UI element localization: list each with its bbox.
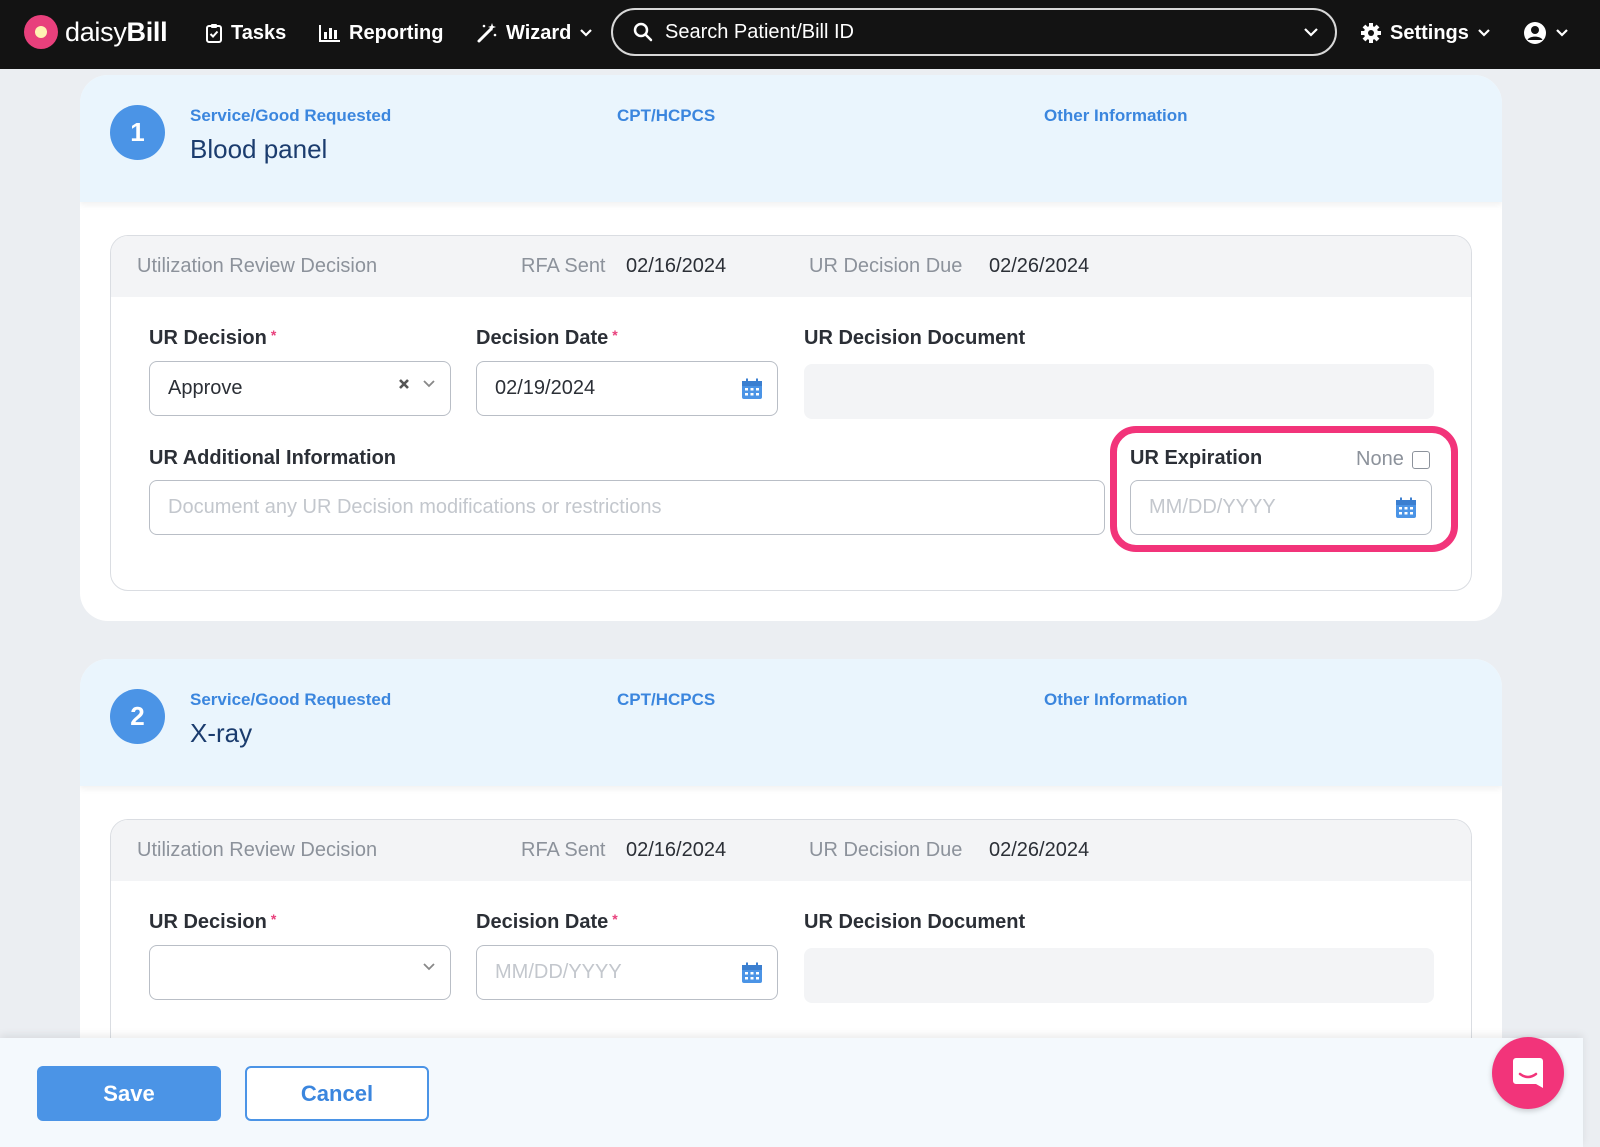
decision-date-label: Decision Date * (476, 327, 618, 349)
ur-due-label: UR Decision Due (809, 255, 963, 277)
brand-name: daisyBill (65, 16, 168, 47)
ur-due-label: UR Decision Due (809, 839, 963, 861)
save-button[interactable]: Save (37, 1066, 221, 1121)
chevron-down-icon[interactable] (422, 379, 436, 389)
decision-date-value: 02/19/2024 (495, 377, 596, 399)
decision-date-input[interactable]: 02/19/2024 (476, 361, 778, 416)
chevron-down-icon[interactable] (422, 962, 436, 972)
ur-expiration-highlight (1110, 426, 1458, 552)
cancel-button[interactable]: Cancel (245, 1066, 429, 1121)
daisy-flower-icon (24, 15, 58, 49)
ur-due-value: 02/26/2024 (989, 839, 1090, 861)
chat-launcher[interactable] (1492, 1037, 1564, 1109)
ur-document-field[interactable] (804, 948, 1434, 1003)
form-footer: Save Cancel (0, 1038, 1583, 1147)
nav-wizard[interactable]: Wizard (476, 18, 593, 48)
cpt-label: CPT/HCPCS (617, 106, 716, 125)
service-label: Service/Good Requested (190, 690, 392, 709)
decision-date-input[interactable]: MM/DD/YYYY (476, 945, 778, 1000)
chevron-down-icon (1478, 29, 1490, 37)
ur-decision-select[interactable]: Approve (149, 361, 451, 416)
ur-summary-bar: Utilization Review Decision RFA Sent 02/… (111, 820, 1471, 881)
service-card-header: 1 Service/Good Requested Blood panel CPT… (80, 75, 1502, 202)
service-value: Blood panel (190, 134, 328, 164)
daisybill-logo[interactable]: daisyBill (24, 15, 168, 49)
ur-summary-bar: Utilization Review Decision RFA Sent 02/… (111, 236, 1471, 297)
magic-wand-icon (477, 23, 497, 43)
other-info-label: Other Information (1044, 690, 1188, 709)
nav-wizard-label: Wizard (506, 21, 572, 44)
clear-icon[interactable] (398, 378, 410, 390)
bar-chart-icon (319, 25, 340, 42)
nav-tasks-label: Tasks (231, 21, 287, 44)
calendar-icon[interactable] (741, 378, 763, 400)
clipboard-check-icon (206, 24, 222, 43)
patient-bill-search[interactable]: Search Patient/Bill ID (611, 8, 1337, 56)
chevron-down-icon[interactable] (1303, 27, 1319, 37)
rfa-sent-value: 02/16/2024 (626, 839, 727, 861)
top-navbar: daisyBill Tasks Reporting Wizard Search … (0, 0, 1600, 69)
ur-additional-label: UR Additional Information (149, 447, 397, 469)
ur-document-field[interactable] (804, 364, 1434, 419)
search-icon (633, 22, 653, 42)
ur-additional-placeholder: Document any UR Decision modifications o… (168, 496, 662, 518)
user-menu[interactable] (1523, 18, 1569, 48)
gear-icon (1361, 23, 1381, 43)
service-card-header: 2 Service/Good Requested X-ray CPT/HCPCS… (80, 659, 1502, 786)
ur-additional-input[interactable]: Document any UR Decision modifications o… (149, 480, 1105, 535)
step-number-badge: 2 (110, 689, 165, 744)
ur-decision-value: Approve (168, 377, 243, 399)
rfa-sent-value: 02/16/2024 (626, 255, 727, 277)
nav-tasks[interactable]: Tasks (205, 18, 286, 48)
rfa-sent-label: RFA Sent (521, 839, 606, 861)
chevron-down-icon (1556, 29, 1568, 37)
nav-settings-label: Settings (1390, 21, 1469, 44)
decision-date-label: Decision Date * (476, 911, 618, 933)
nav-reporting[interactable]: Reporting (319, 18, 443, 48)
ur-section-title: Utilization Review Decision (137, 255, 378, 277)
user-circle-icon (1524, 22, 1546, 44)
other-info-label: Other Information (1044, 106, 1188, 125)
service-value: X-ray (190, 718, 253, 748)
ur-due-value: 02/26/2024 (989, 255, 1090, 277)
ur-document-label: UR Decision Document (804, 911, 1026, 933)
search-input[interactable]: Search Patient/Bill ID (665, 21, 1303, 44)
ur-decision-label: UR Decision * (149, 327, 277, 349)
chat-bubble-icon (1513, 1058, 1543, 1088)
scrollbar-track[interactable] (1583, 69, 1600, 1147)
decision-date-placeholder: MM/DD/YYYY (495, 961, 622, 983)
step-number-badge: 1 (110, 105, 165, 160)
calendar-icon[interactable] (741, 962, 763, 984)
chevron-down-icon (580, 29, 593, 37)
nav-reporting-label: Reporting (349, 21, 444, 44)
ur-document-label: UR Decision Document (804, 327, 1026, 349)
cpt-label: CPT/HCPCS (617, 690, 716, 709)
ur-decision-select[interactable] (149, 945, 451, 1000)
nav-settings[interactable]: Settings (1360, 18, 1491, 48)
rfa-sent-label: RFA Sent (521, 255, 606, 277)
ur-section-title: Utilization Review Decision (137, 839, 378, 861)
service-label: Service/Good Requested (190, 106, 392, 125)
ur-decision-label: UR Decision * (149, 911, 277, 933)
